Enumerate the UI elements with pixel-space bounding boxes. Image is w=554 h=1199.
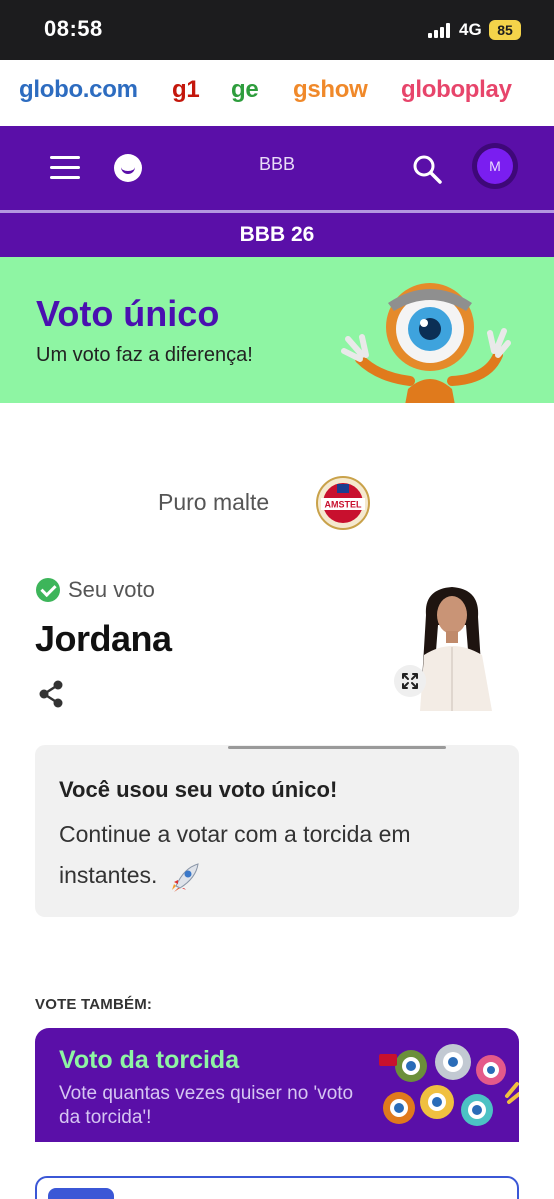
search-icon[interactable] <box>412 154 442 184</box>
info-card-title: Você usou seu voto único! <box>59 777 338 802</box>
info-card-text: Continue a votar com a torcida em instan… <box>59 814 479 896</box>
brand-link-ge[interactable]: ge <box>231 76 259 104</box>
brand-link-gshow[interactable]: gshow <box>293 76 368 104</box>
hero-subtitle: Um voto faz a diferença! <box>36 344 253 366</box>
voto-torcida-card[interactable]: Voto da torcida Vote quantas vezes quise… <box>35 1028 519 1142</box>
avatar[interactable]: M <box>472 143 518 189</box>
also-vote-heading: VOTE TAMBÉM: <box>35 996 153 1013</box>
amstel-logo-icon: AMSTEL <box>316 476 370 530</box>
next-card-chip <box>48 1188 114 1199</box>
card-handle <box>228 746 446 749</box>
brand-link-g1[interactable]: g1 <box>172 76 200 104</box>
mascot-crowd-icon <box>379 1044 519 1126</box>
vote-status-label: Seu voto <box>68 577 155 602</box>
info-card-message: Continue a votar com a torcida em instan… <box>59 821 411 888</box>
brand-links-bar: globo.com g1 ge gshow globoplay <box>0 60 554 126</box>
hero-banner: Voto único Um voto faz a diferença! <box>0 257 554 403</box>
network-type: 4G <box>459 20 482 39</box>
status-time: 08:58 <box>44 16 103 41</box>
section-title[interactable]: BBB 26 <box>0 213 554 257</box>
status-bar: 08:58 4G 85 <box>0 0 554 60</box>
check-circle-icon <box>36 578 60 602</box>
voto-torcida-title: Voto da torcida <box>59 1046 240 1074</box>
brand-link-globoplay[interactable]: globoplay <box>401 76 512 104</box>
brand-link-globo[interactable]: globo.com <box>19 76 138 104</box>
big-brother-eye-mascot-icon <box>341 283 511 403</box>
battery-icon: 85 <box>489 20 521 40</box>
expand-icon[interactable] <box>394 665 426 697</box>
candidate-name: Jordana <box>35 618 172 659</box>
sponsor-label: Puro malte <box>158 489 270 515</box>
hero-title: Voto único <box>36 293 220 334</box>
nav-title: BBB <box>258 154 296 174</box>
share-icon[interactable] <box>38 680 64 708</box>
avatar-initial: M <box>477 148 513 184</box>
cellular-signal-icon <box>428 22 452 38</box>
top-nav-bar: BBB <box>0 126 554 210</box>
rocket-icon <box>171 863 199 892</box>
amstel-logo-text: AMSTEL <box>325 500 363 510</box>
voto-torcida-text: Vote quantas vezes quiser no 'voto da to… <box>59 1083 354 1128</box>
